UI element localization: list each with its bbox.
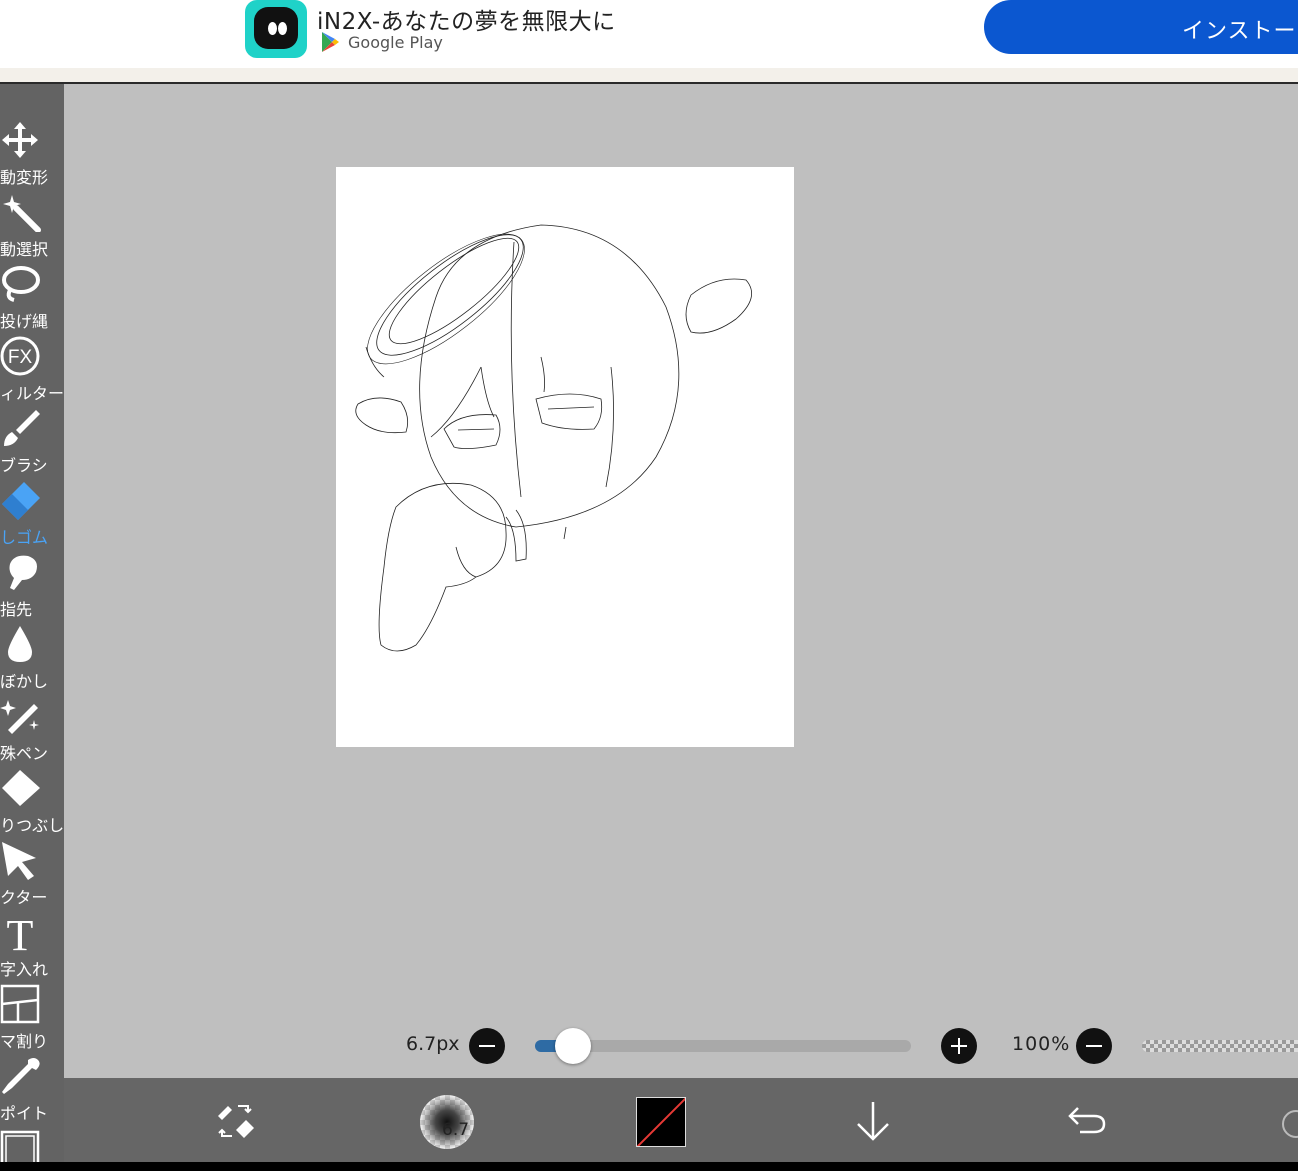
brush-icon <box>4 410 40 446</box>
artboard-canvas[interactable] <box>336 167 794 747</box>
tool-label: 投げ縄 <box>0 312 49 331</box>
opacity-value: 100% <box>1012 1033 1071 1055</box>
tool-move-transform[interactable]: 動変形 <box>0 120 64 192</box>
store-badge: Google Play <box>320 31 443 53</box>
move-transform-icon <box>2 122 38 158</box>
tool-label: 動選択 <box>0 240 49 259</box>
install-button[interactable]: インストー <box>984 0 1298 54</box>
color-swatch[interactable] <box>636 1097 686 1147</box>
tool-label: ブラシ <box>0 456 48 475</box>
magic-wand-icon <box>3 195 41 232</box>
tool-label: しゴム <box>0 528 49 547</box>
tool-label: りつぶし <box>0 816 64 835</box>
tool-vector[interactable]: クター <box>0 840 64 912</box>
svg-text:FX: FX <box>8 347 33 368</box>
brush-preview-size: 6.7 <box>442 1120 470 1140</box>
size-increase-button[interactable] <box>941 1028 977 1064</box>
tool-label: 殊ペン <box>0 744 49 763</box>
brush-size-slider[interactable] <box>535 1040 911 1052</box>
tool-label: ポイト <box>0 1104 49 1123</box>
ad-divider <box>0 68 1298 84</box>
tool-eraser[interactable]: しゴム <box>0 480 64 552</box>
layer-down-arrow-icon[interactable] <box>850 1098 896 1144</box>
brush-size-value: 6.7px <box>406 1033 460 1055</box>
tool-brush[interactable]: ブラシ <box>0 408 64 480</box>
fill-bucket-icon <box>2 770 40 806</box>
finger-smudge-icon <box>9 555 37 590</box>
tool-frame-divider[interactable]: マ割り <box>0 984 64 1056</box>
layer-frame-icon <box>0 1130 40 1162</box>
tool-sidebar: 動変形 動選択 投げ縄 FX ィルター ブラシ しゴム 指先 ぼかし 殊ペン り… <box>0 84 64 1162</box>
swap-brush-eraser-icon[interactable] <box>214 1100 258 1144</box>
tool-blur[interactable]: ぼかし <box>0 624 64 696</box>
text-tool-icon: T <box>7 912 34 952</box>
tool-text[interactable]: T 字入れ <box>0 912 64 984</box>
tool-label: マ割り <box>0 1032 49 1051</box>
eyedropper-icon <box>2 1058 40 1094</box>
tool-magic-wand[interactable]: 動選択 <box>0 192 64 264</box>
tool-special-pen[interactable]: 殊ペン <box>0 696 64 768</box>
opacity-decrease-button[interactable] <box>1076 1028 1112 1064</box>
blur-drop-icon <box>8 626 32 662</box>
install-button-label: インストー <box>1182 19 1297 44</box>
frame-divider-icon <box>0 984 40 1024</box>
tool-finger-smudge[interactable]: 指先 <box>0 552 64 624</box>
brush-size-slider-handle[interactable] <box>555 1028 591 1064</box>
lasso-icon <box>2 266 40 302</box>
store-name: Google Play <box>348 32 443 52</box>
tool-eyedropper[interactable]: ポイト <box>0 1056 64 1128</box>
ad-banner[interactable]: iN2X-あなたの夢を無限大に Google Play インストー <box>0 0 1298 68</box>
svg-text:T: T <box>7 912 34 952</box>
tool-label: ぼかし <box>0 672 49 691</box>
screen-bottom-edge <box>0 1162 1298 1171</box>
tool-more[interactable] <box>0 1128 64 1162</box>
eraser-icon <box>2 482 40 520</box>
size-decrease-button[interactable] <box>469 1028 505 1064</box>
app-logo-icon[interactable] <box>245 0 307 58</box>
tool-label: ィルター <box>0 384 64 403</box>
tool-fill[interactable]: りつぶし <box>0 768 64 840</box>
opacity-slider[interactable] <box>1142 1040 1298 1052</box>
vector-cursor-icon <box>2 842 36 880</box>
special-pen-icon <box>0 700 39 734</box>
sketch-drawing <box>355 224 753 652</box>
play-store-icon <box>322 32 339 52</box>
color-slash-mark <box>637 1098 685 1146</box>
undo-icon[interactable] <box>1064 1100 1110 1140</box>
tool-label: 字入れ <box>0 960 49 979</box>
fx-filter-icon: FX <box>0 336 40 376</box>
tool-lasso[interactable]: 投げ縄 <box>0 264 64 336</box>
tool-label: クター <box>0 888 48 907</box>
tool-label: 指先 <box>0 600 33 619</box>
tool-filter[interactable]: FX ィルター <box>0 336 64 408</box>
tool-label: 動変形 <box>0 168 49 187</box>
